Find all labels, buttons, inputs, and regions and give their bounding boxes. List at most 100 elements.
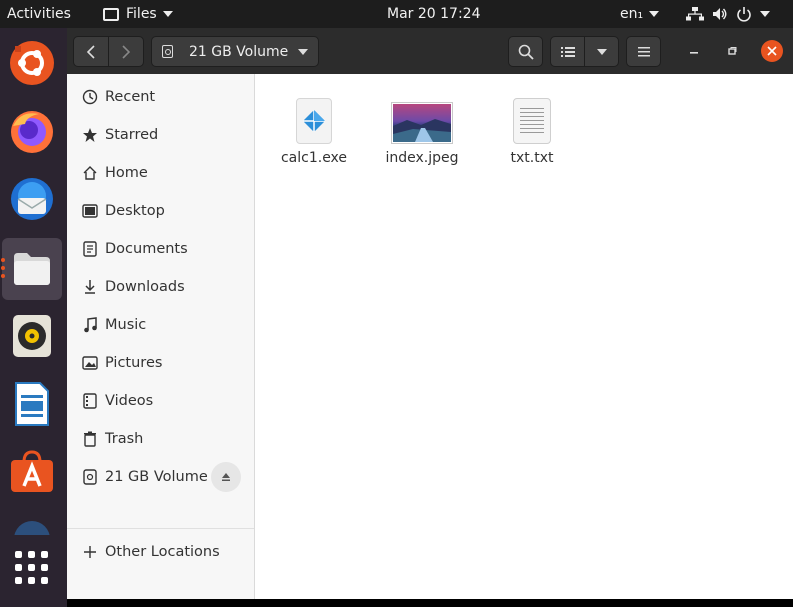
firefox-icon[interactable]	[7, 106, 57, 156]
file-item-calc1-exe[interactable]: calc1.exe	[269, 96, 359, 166]
file-name: calc1.exe	[280, 150, 348, 166]
file-item-index-jpeg[interactable]: index.jpeg	[377, 96, 467, 166]
sidebar-item-label: Starred	[105, 127, 159, 143]
eject-button[interactable]	[211, 462, 241, 492]
activities-button[interactable]: Activities	[7, 0, 71, 28]
file-thumbnail	[513, 96, 551, 144]
close-button[interactable]	[761, 40, 783, 62]
sidebar: Recent Starred Home Desktop Documents Do…	[67, 74, 255, 599]
restore-icon	[728, 47, 737, 55]
list-view-icon	[560, 46, 575, 57]
sidebar-item-recent[interactable]: Recent	[67, 78, 254, 116]
app-menu-button[interactable]: Files	[103, 0, 173, 28]
files-window: 21 GB Volume Recent Starred Home Desktop…	[67, 28, 793, 599]
power-icon	[737, 7, 751, 22]
forward-button[interactable]	[108, 36, 144, 67]
rhythmbox-logo-icon	[13, 315, 51, 357]
main-menu-button[interactable]	[626, 36, 661, 67]
ubuntu-software-icon[interactable]	[7, 38, 57, 88]
sidebar-item-starred[interactable]: Starred	[67, 116, 254, 154]
partial-dock-icon	[14, 521, 50, 535]
back-button[interactable]	[73, 36, 109, 67]
language-indicator[interactable]: en₁	[620, 0, 660, 28]
writer-logo-icon	[15, 382, 49, 426]
volume-icon	[713, 8, 727, 20]
app-menu-label: Files	[126, 6, 157, 22]
download-icon	[79, 279, 101, 295]
sidebar-item-label: Downloads	[105, 279, 185, 295]
close-icon	[767, 46, 777, 56]
chevron-left-icon	[86, 44, 95, 59]
clock[interactable]: Mar 20 17:24	[387, 0, 480, 28]
grid-dot-icon	[41, 577, 48, 584]
minimize-button[interactable]	[685, 42, 703, 60]
files-icon[interactable]	[2, 238, 62, 300]
thunderbird-logo-icon	[11, 178, 53, 220]
sidebar-item-label: Desktop	[105, 203, 165, 219]
desktop-icon	[79, 204, 101, 218]
sidebar-item-videos[interactable]: Videos	[67, 382, 254, 420]
grid-dot-icon	[28, 564, 35, 571]
hamburger-icon	[637, 46, 650, 56]
running-indicator	[1, 258, 5, 262]
sidebar-item-pictures[interactable]: Pictures	[67, 344, 254, 382]
home-icon	[79, 165, 101, 181]
sidebar-item-label: Documents	[105, 241, 188, 257]
file-thumbnail	[391, 96, 453, 144]
partial-app-icon[interactable]	[7, 515, 57, 535]
dock	[0, 28, 67, 607]
search-button[interactable]	[508, 36, 543, 67]
sidebar-item-trash[interactable]: Trash	[67, 420, 254, 458]
file-name: txt.txt	[510, 150, 554, 166]
drive-icon	[162, 45, 173, 58]
libreoffice-writer-icon[interactable]	[7, 379, 57, 429]
thunderbird-icon[interactable]	[7, 174, 57, 224]
file-view[interactable]: calc1.exe index.jpeg txt.txt	[256, 74, 793, 599]
video-icon	[79, 393, 101, 409]
show-applications-button[interactable]	[15, 551, 49, 585]
grid-dot-icon	[15, 564, 22, 571]
file-thumbnail	[296, 96, 332, 144]
location-label: 21 GB Volume	[189, 43, 289, 60]
grid-dot-icon	[28, 577, 35, 584]
view-options-button[interactable]	[584, 36, 619, 67]
sidebar-item-label: Other Locations	[105, 544, 220, 560]
sidebar-item-label: Music	[105, 317, 147, 333]
file-item-txt-txt[interactable]: txt.txt	[487, 96, 577, 166]
star-icon	[79, 127, 101, 143]
sidebar-item-21gb-volume[interactable]: 21 GB Volume	[67, 458, 254, 496]
drive-icon	[79, 469, 101, 485]
sidebar-item-label: Videos	[105, 393, 154, 409]
text-file-icon	[513, 98, 551, 144]
app-center-icon[interactable]	[7, 447, 57, 497]
plus-icon	[79, 546, 101, 558]
search-icon	[518, 44, 534, 60]
sidebar-item-label: Trash	[105, 431, 144, 447]
location-button[interactable]: 21 GB Volume	[151, 36, 319, 67]
maximize-button[interactable]	[723, 42, 741, 60]
sidebar-item-downloads[interactable]: Downloads	[67, 268, 254, 306]
shopping-bag-icon	[11, 450, 53, 492]
running-indicator	[1, 266, 5, 270]
sidebar-separator	[67, 528, 254, 529]
rhythmbox-icon[interactable]	[7, 311, 57, 361]
sidebar-item-label: Pictures	[105, 355, 163, 371]
firefox-logo-icon	[11, 111, 53, 153]
sidebar-item-documents[interactable]: Documents	[67, 230, 254, 268]
sidebar-item-other-locations[interactable]: Other Locations	[67, 533, 254, 571]
language-label: en₁	[620, 6, 644, 22]
eject-icon	[222, 473, 230, 481]
trash-icon	[79, 431, 101, 447]
document-icon	[79, 241, 101, 257]
header-bar: 21 GB Volume	[67, 28, 793, 74]
music-icon	[79, 317, 101, 333]
pictures-icon	[79, 356, 101, 370]
grid-dot-icon	[15, 551, 22, 558]
system-tray[interactable]	[686, 0, 770, 28]
sidebar-item-home[interactable]: Home	[67, 154, 254, 192]
sidebar-item-music[interactable]: Music	[67, 306, 254, 344]
sidebar-item-desktop[interactable]: Desktop	[67, 192, 254, 230]
clock-icon	[79, 89, 101, 105]
sidebar-item-label: Recent	[105, 89, 156, 105]
view-list-button[interactable]	[550, 36, 585, 67]
